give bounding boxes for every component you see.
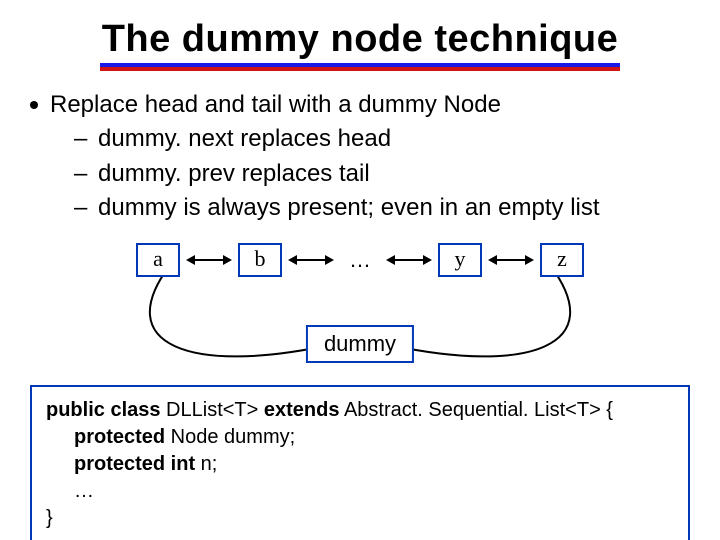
code-line-3: protected int n;: [46, 451, 674, 478]
sub-bullet-1: dummy. next replaces head: [74, 123, 692, 155]
link-b-dots: [288, 248, 334, 272]
link-y-z: [488, 248, 534, 272]
code-line-4: …: [46, 478, 674, 505]
link-a-b: [186, 248, 232, 272]
bullet-main-text: Replace head and tail with a dummy Node: [50, 91, 501, 118]
code-line-2: protected Node dummy;: [46, 424, 674, 451]
sub-bullet-3: dummy is always present; even in an empt…: [74, 192, 692, 224]
sub-bullets: dummy. next replaces head dummy. prev re…: [50, 123, 692, 224]
sub-bullet-2: dummy. prev replaces tail: [74, 158, 692, 190]
node-a: a: [136, 243, 180, 277]
node-b: b: [238, 243, 282, 277]
code-box: public class DLList<T> extends Abstract.…: [30, 385, 690, 540]
code-classname: DLList<T>: [161, 399, 264, 421]
node-row: a b … y z: [80, 243, 640, 277]
kw-protected-1: protected: [74, 426, 165, 448]
title-rule: [100, 63, 620, 71]
slide-title: The dummy node technique: [28, 18, 692, 61]
code-field1: Node dummy;: [165, 426, 295, 448]
code-extends-rest: Abstract. Sequential. List<T> {: [339, 399, 613, 421]
kw-protected-2: protected: [74, 453, 165, 475]
dummy-node: dummy: [306, 325, 414, 363]
bullet-list: Replace head and tail with a dummy Node …: [28, 89, 692, 225]
bullet-main: Replace head and tail with a dummy Node …: [28, 89, 692, 225]
code-field2: n;: [195, 453, 217, 475]
code-line-1: public class DLList<T> extends Abstract.…: [46, 397, 674, 424]
node-ellipsis: …: [340, 247, 380, 273]
node-z: z: [540, 243, 584, 277]
link-dots-y: [386, 248, 432, 272]
code-line-5: }: [46, 505, 674, 532]
linked-list-diagram: a b … y z dummy: [80, 235, 640, 375]
node-y: y: [438, 243, 482, 277]
kw-public-class: public class: [46, 399, 161, 421]
kw-int: int: [165, 453, 195, 475]
kw-extends: extends: [264, 399, 340, 421]
